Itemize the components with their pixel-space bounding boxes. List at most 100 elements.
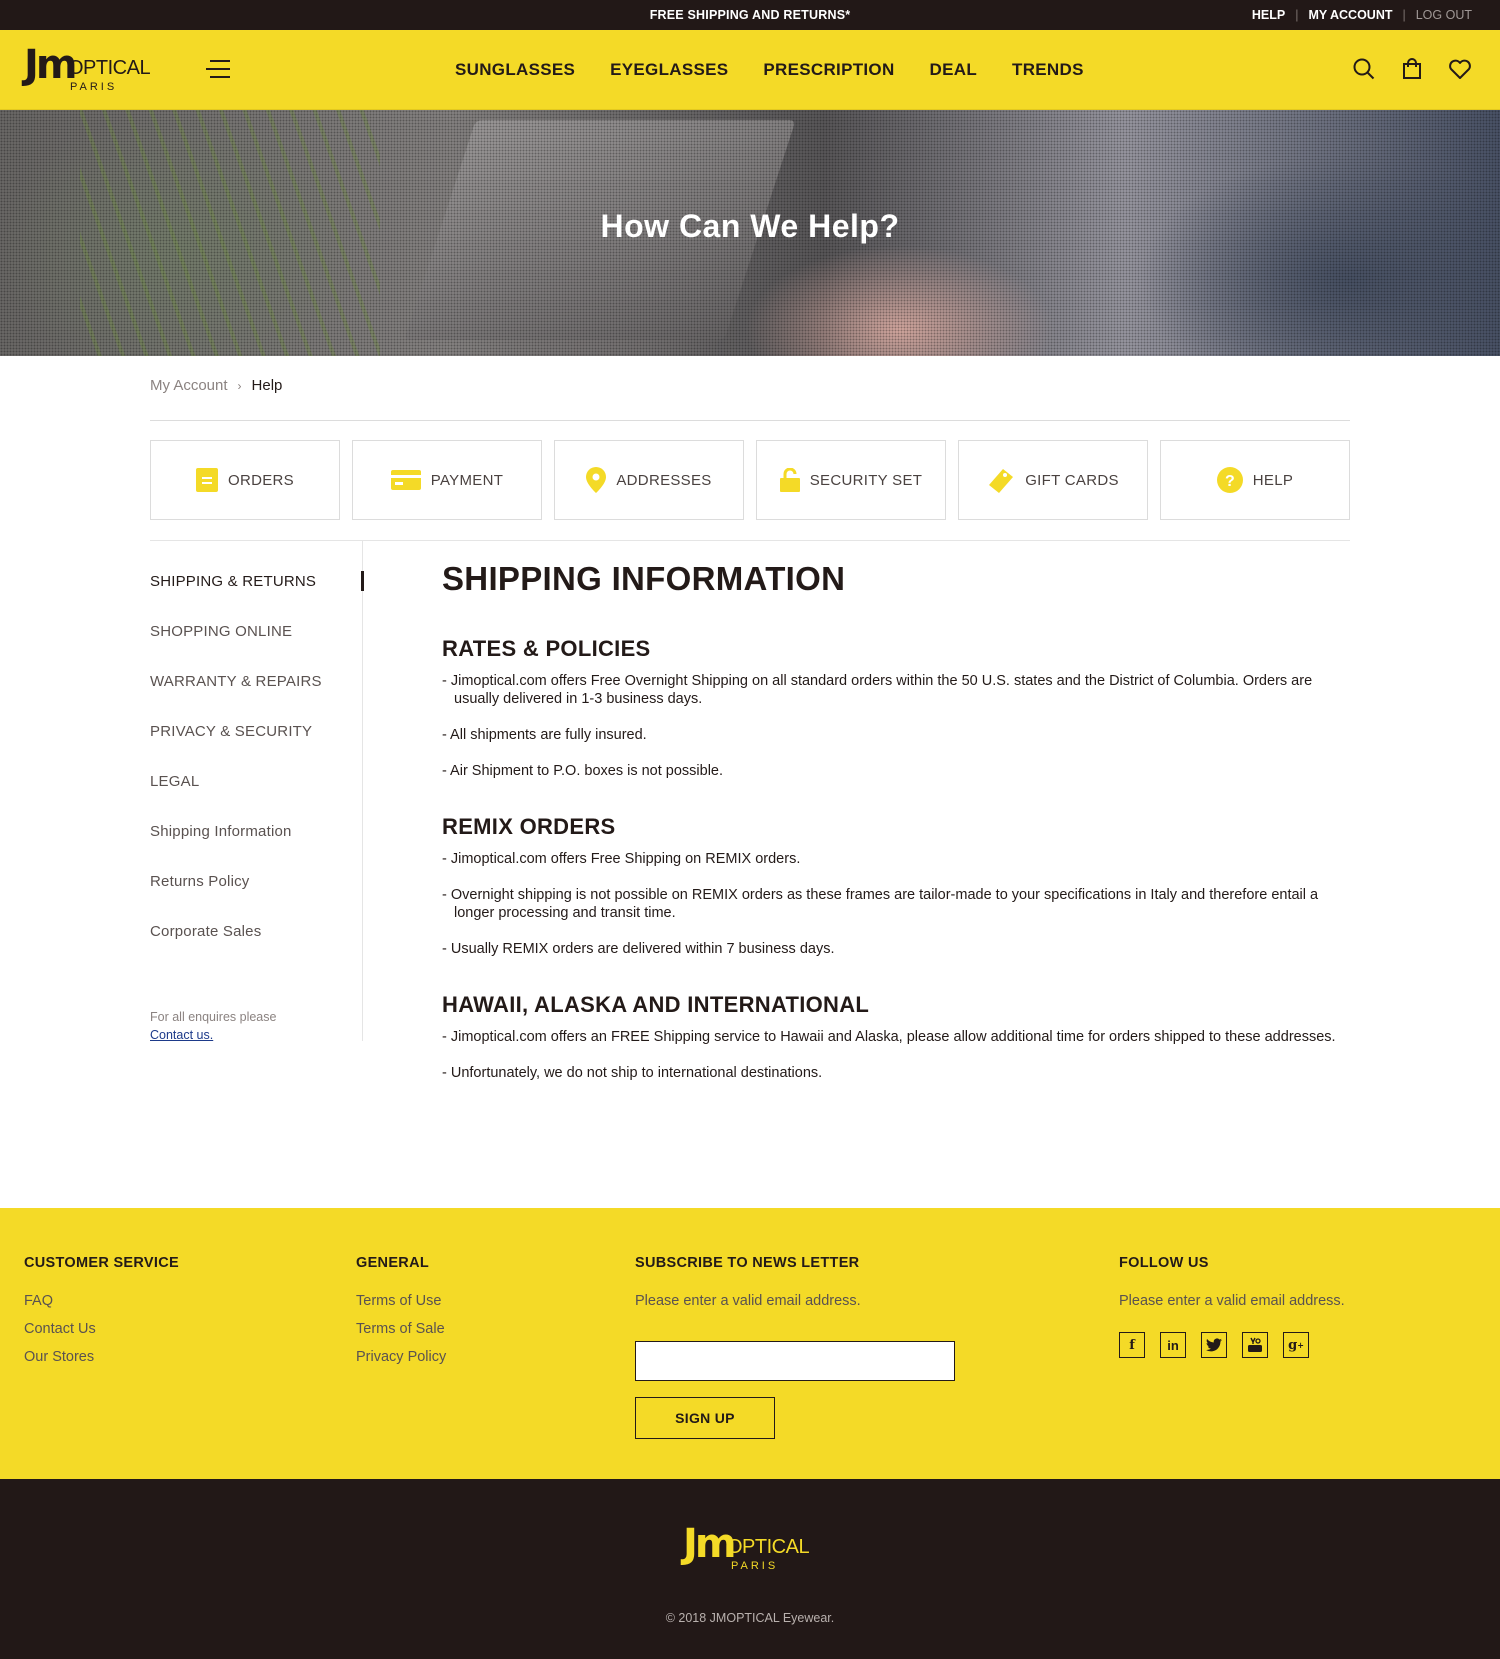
- breadcrumb-current: Help: [251, 377, 283, 394]
- logo-name: OPTICAL: [68, 57, 151, 79]
- logo-mark: Jm: [683, 1521, 737, 1567]
- divider: [150, 420, 1350, 421]
- header-icons: [1352, 56, 1472, 82]
- youtube-icon[interactable]: [1242, 1332, 1268, 1358]
- tab-label: HELP: [1252, 471, 1294, 489]
- hero-banner: How Can We Help?: [0, 110, 1500, 356]
- tab-label: SECURITY SET: [809, 471, 923, 489]
- section-remix-orders: REMIX ORDERS - Jimoptical.com offers Fre…: [442, 814, 1342, 958]
- footer-link-terms-of-use[interactable]: Terms of Use: [356, 1293, 446, 1309]
- footer-link-terms-of-sale[interactable]: Terms of Sale: [356, 1321, 446, 1337]
- orders-icon: [196, 468, 218, 492]
- section-hawaii-alaska-international: HAWAII, ALASKA AND INTERNATIONAL - Jimop…: [442, 992, 1342, 1082]
- twitter-icon[interactable]: [1201, 1332, 1227, 1358]
- sidebar-item-warranty-repairs[interactable]: WARRANTY & REPAIRS: [150, 641, 362, 691]
- account-tabs: ORDERS PAYMENT ADDRESSES SECURITY SET GI…: [150, 440, 1350, 520]
- search-icon[interactable]: [1352, 56, 1376, 82]
- my-account-link[interactable]: MY ACCOUNT: [1308, 8, 1392, 22]
- menu-icon[interactable]: [206, 60, 230, 80]
- facebook-icon[interactable]: f: [1119, 1332, 1145, 1358]
- tab-security-set[interactable]: SECURITY SET: [756, 440, 946, 520]
- logo-mark: Jm: [24, 42, 78, 88]
- sign-up-button[interactable]: SIGN UP: [635, 1397, 775, 1439]
- shopping-bag-icon[interactable]: [1400, 56, 1424, 82]
- logo-sub: PARIS: [70, 81, 118, 93]
- google-plus-icon[interactable]: g +: [1283, 1332, 1309, 1358]
- section-heading: REMIX ORDERS: [442, 814, 616, 839]
- footer-link-contact-us[interactable]: Contact Us: [24, 1321, 179, 1337]
- question-icon: ?: [1216, 467, 1243, 493]
- list-item: - Air Shipment to P.O. boxes is not poss…: [442, 763, 724, 779]
- help-sidebar: SHIPPING & RETURNS SHOPPING ONLINE WARRA…: [150, 541, 364, 1044]
- copyright: © 2018 JMOPTICAL Eyewear.: [665, 1611, 835, 1625]
- article-title: SHIPPING INFORMATION: [442, 560, 846, 597]
- list-item: - Jimoptical.com offers Free Shipping on…: [442, 851, 801, 867]
- list-item: - Jimoptical.com offers Free Overnight S…: [442, 673, 1313, 707]
- list-item: - All shipments are fully insured.: [442, 727, 647, 743]
- nav-eyeglasses[interactable]: EYEGLASSES: [610, 60, 728, 80]
- shipping-article: SHIPPING INFORMATION RATES & POLICIES - …: [442, 560, 1342, 1116]
- sidebar-item-privacy-security[interactable]: PRIVACY & SECURITY: [150, 691, 362, 741]
- sidebar-item-shopping-online[interactable]: SHOPPING ONLINE: [150, 591, 362, 641]
- enquiry-text: For all enquires please: [150, 1010, 277, 1024]
- footer-heading: SUBSCRIBE TO NEWS LETTER: [635, 1255, 860, 1271]
- tab-gift-cards[interactable]: GIFT CARDS: [958, 440, 1148, 520]
- nav-deal[interactable]: DEAL: [930, 60, 977, 80]
- section-heading: HAWAII, ALASKA AND INTERNATIONAL: [442, 992, 870, 1017]
- social-links: f in g +: [1119, 1332, 1309, 1358]
- logo-sub: PARIS: [731, 1560, 779, 1572]
- list-item: - Usually REMIX orders are delivered wit…: [442, 941, 835, 957]
- nav-sunglasses[interactable]: SUNGLASSES: [455, 60, 575, 80]
- site-footer: CUSTOMER SERVICE FAQ Contact Us Our Stor…: [0, 1208, 1500, 1479]
- tab-orders[interactable]: ORDERS: [150, 440, 340, 520]
- main-nav: SUNGLASSES EYEGLASSES PRESCRIPTION DEAL …: [455, 60, 1084, 80]
- contact-us-link[interactable]: Contact us.: [150, 1028, 213, 1042]
- sidebar-item-returns-policy[interactable]: Returns Policy: [150, 841, 362, 891]
- bottom-bar: Jm OPTICAL PARIS © 2018 JMOPTICAL Eyewea…: [0, 1479, 1500, 1659]
- section-heading: RATES & POLICIES: [442, 636, 651, 661]
- footer-heading: CUSTOMER SERVICE: [24, 1255, 179, 1271]
- help-link[interactable]: HELP: [1252, 8, 1285, 22]
- footer-newsletter: SUBSCRIBE TO NEWS LETTER Please enter a …: [635, 1255, 861, 1309]
- footer-follow-us: FOLLOW US Please enter a valid email add…: [1119, 1255, 1345, 1309]
- section-rates-policies: RATES & POLICIES - Jimoptical.com offers…: [442, 636, 1342, 780]
- footer-link-our-stores[interactable]: Our Stores: [24, 1349, 179, 1365]
- sidebar-item-corporate-sales[interactable]: Corporate Sales: [150, 891, 362, 941]
- lock-icon: [779, 468, 800, 492]
- logout-link[interactable]: LOG OUT: [1416, 8, 1472, 22]
- sidebar-item-shipping-information[interactable]: Shipping Information: [150, 791, 362, 841]
- footer-brand-logo[interactable]: Jm OPTICAL PARIS: [683, 1521, 823, 1585]
- footer-customer-service: CUSTOMER SERVICE FAQ Contact Us Our Stor…: [24, 1255, 179, 1377]
- hero-title: How Can We Help?: [600, 208, 900, 244]
- linkedin-icon[interactable]: in: [1160, 1332, 1186, 1358]
- footer-heading: FOLLOW US: [1119, 1255, 1209, 1271]
- chevron-right-icon: ›: [237, 378, 242, 393]
- nav-prescription[interactable]: PRESCRIPTION: [763, 60, 894, 80]
- gift-tag-icon: [987, 467, 1015, 493]
- footer-link-privacy-policy[interactable]: Privacy Policy: [356, 1349, 446, 1365]
- tab-addresses[interactable]: ADDRESSES: [554, 440, 744, 520]
- svg-text:?: ?: [1225, 473, 1235, 490]
- main-header: Jm OPTICAL PARIS SUNGLASSES EYEGLASSES P…: [0, 30, 1500, 110]
- newsletter-note: Please enter a valid email address.: [635, 1293, 861, 1309]
- tab-help[interactable]: ? HELP: [1160, 440, 1350, 520]
- breadcrumb-my-account[interactable]: My Account: [150, 377, 228, 394]
- footer-general: GENERAL Terms of Use Terms of Sale Priva…: [356, 1255, 446, 1377]
- sidebar-item-legal[interactable]: LEGAL: [150, 741, 362, 791]
- newsletter-email-input[interactable]: [635, 1341, 955, 1381]
- enquiry-note: For all enquires please Contact us.: [150, 1008, 276, 1044]
- nav-trends[interactable]: TRENDS: [1012, 60, 1084, 80]
- footer-heading: GENERAL: [356, 1255, 429, 1271]
- tab-payment[interactable]: PAYMENT: [352, 440, 542, 520]
- credit-card-icon: [390, 470, 421, 490]
- sidebar-item-shipping-returns[interactable]: SHIPPING & RETURNS: [150, 541, 364, 591]
- top-bar: FREE SHIPPING AND RETURNS* HELP | MY ACC…: [0, 0, 1500, 30]
- heart-icon[interactable]: [1448, 56, 1472, 82]
- tab-label: ADDRESSES: [616, 471, 712, 489]
- list-item: - Overnight shipping is not possible on …: [442, 887, 1319, 921]
- logo-name: OPTICAL: [727, 1536, 810, 1558]
- brand-logo[interactable]: Jm OPTICAL PARIS: [24, 42, 154, 94]
- footer-link-faq[interactable]: FAQ: [24, 1293, 179, 1309]
- account-links: HELP | MY ACCOUNT | LOG OUT: [1252, 8, 1472, 22]
- map-pin-icon: [586, 467, 607, 493]
